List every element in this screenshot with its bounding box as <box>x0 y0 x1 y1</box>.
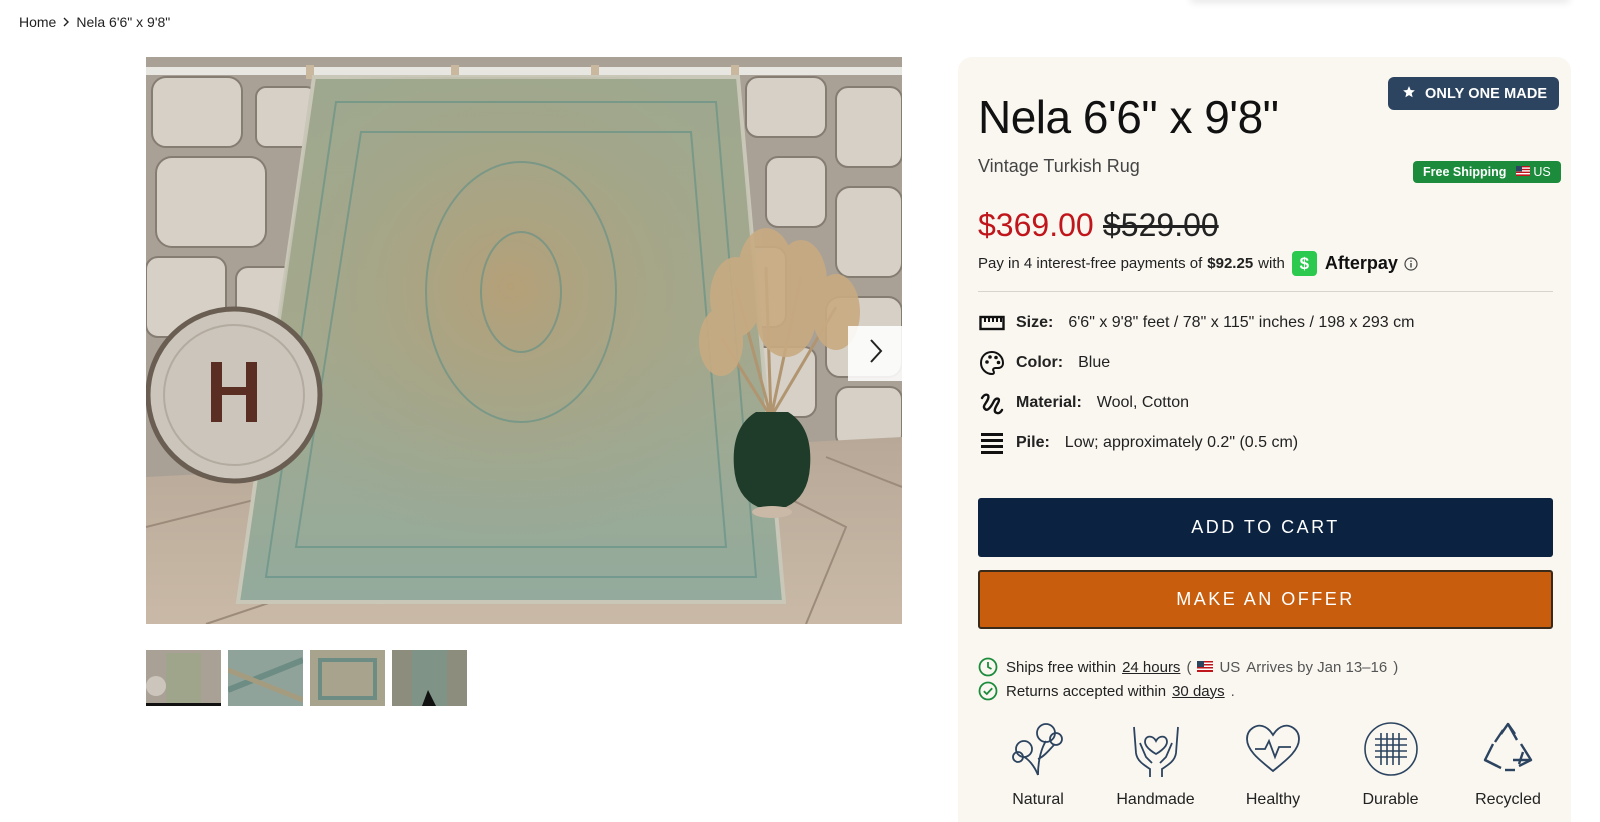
check-circle-icon <box>978 681 998 701</box>
spec-size-value: 6'6" x 9'8" feet / 78" x 115" inches / 1… <box>1068 314 1415 331</box>
shipping-region: US <box>1533 165 1551 179</box>
gallery-next-button[interactable] <box>848 326 903 381</box>
ships-hours-link[interactable]: 24 hours <box>1122 659 1180 676</box>
ships-region: US <box>1219 658 1241 676</box>
product-main-image[interactable] <box>146 57 902 624</box>
badge-text: ONLY ONE MADE <box>1425 85 1548 102</box>
product-title: Nela 6'6" x 9'8" <box>978 91 1279 143</box>
woven-grid-icon <box>1359 717 1423 781</box>
layers-icon <box>978 429 1006 457</box>
add-to-cart-button[interactable]: ADD TO CART <box>978 498 1553 557</box>
spec-material: Material: Wool, Cotton <box>978 389 1189 417</box>
arrives-date: Arrives by Jan 13–16 <box>1246 658 1388 676</box>
feature-handmade: Handmade <box>1106 717 1206 809</box>
yarn-icon <box>978 389 1006 417</box>
price-divider <box>978 291 1553 292</box>
free-shipping-text: Free Shipping <box>1423 165 1507 179</box>
feature-natural-label: Natural <box>1012 791 1064 808</box>
us-flag-icon <box>1197 659 1214 676</box>
recycle-icon <box>1476 717 1540 781</box>
spec-color: Color: Blue <box>978 349 1110 377</box>
thumbnail-strip <box>146 650 467 706</box>
thumbnail-4[interactable] <box>392 650 467 706</box>
spec-material-value: Wool, Cotton <box>1096 394 1189 411</box>
thumbnail-3[interactable] <box>310 650 385 706</box>
chevron-right-icon <box>62 17 70 27</box>
thumbnail-2[interactable] <box>228 650 303 706</box>
feature-healthy-label: Healthy <box>1245 791 1301 808</box>
ships-close-paren: ) <box>1393 658 1399 676</box>
breadcrumb: Home Nela 6'6" x 9'8" <box>19 14 170 30</box>
afterpay-with: with <box>1258 255 1285 272</box>
product-info-panel: ONLY ONE MADE Nela 6'6" x 9'8" Vintage T… <box>958 57 1571 822</box>
afterpay-amount: $92.25 <box>1207 255 1254 272</box>
feature-durable-label: Durable <box>1362 791 1419 808</box>
returns-period: . <box>1230 682 1235 700</box>
breadcrumb-home-link[interactable]: Home <box>19 14 56 30</box>
afterpay-logo-icon: $ <box>1291 251 1317 276</box>
feature-handmade-label: Handmade <box>1116 791 1195 808</box>
feature-durable: Durable <box>1341 717 1441 809</box>
cotton-plant-icon <box>1006 717 1070 781</box>
spec-size-label: Size: <box>1016 314 1054 331</box>
clock-icon <box>978 657 998 677</box>
returns-text: Returns accepted within <box>1006 682 1167 700</box>
feature-natural: Natural <box>988 717 1088 809</box>
spec-color-value: Blue <box>1078 354 1111 371</box>
sale-price: $369.00 <box>978 207 1094 243</box>
feature-recycled-label: Recycled <box>1475 791 1541 808</box>
afterpay-message: Pay in 4 interest-free payments of $92.2… <box>978 251 1418 276</box>
heartbeat-icon <box>1241 717 1305 781</box>
info-icon[interactable] <box>1404 256 1418 271</box>
thumbnail-1[interactable] <box>146 650 221 706</box>
spec-material-label: Material: <box>1016 394 1082 411</box>
ships-open-paren: ( <box>1186 658 1192 676</box>
afterpay-brand: Afterpay <box>1324 253 1398 273</box>
make-offer-button[interactable]: MAKE AN OFFER <box>978 570 1553 629</box>
feature-recycled: Recycled <box>1458 717 1558 809</box>
only-one-made-badge: ONLY ONE MADE <box>1388 77 1560 110</box>
feature-icons-row: Natural Handmade Healthy Durable Recycle… <box>988 717 1558 809</box>
spec-size: Size: 6'6" x 9'8" feet / 78" x 115" inch… <box>978 309 1414 337</box>
ships-free-text: Ships free within <box>1006 658 1117 676</box>
ships-free-line: Ships free within 24 hours ( US Arrives … <box>978 657 1398 677</box>
feature-healthy: Healthy <box>1223 717 1323 809</box>
star-icon <box>1402 85 1416 103</box>
returns-line: Returns accepted within 30 days . <box>978 681 1235 701</box>
spec-color-label: Color: <box>1016 354 1064 371</box>
spec-pile: Pile: Low; approximately 0.2" (0.5 cm) <box>978 429 1298 457</box>
product-subtitle: Vintage Turkish Rug <box>978 156 1140 176</box>
free-shipping-badge: Free Shipping US <box>1413 161 1561 183</box>
breadcrumb-current: Nela 6'6" x 9'8" <box>76 14 171 30</box>
ruler-icon <box>978 309 1006 337</box>
returns-days-link[interactable]: 30 days <box>1172 683 1225 700</box>
compare-at-price: $529.00 <box>1103 207 1219 243</box>
spec-pile-value: Low; approximately 0.2" (0.5 cm) <box>1064 434 1299 451</box>
afterpay-text: Pay in 4 interest-free payments of <box>978 255 1203 272</box>
us-flag-icon <box>1516 165 1531 179</box>
hands-heart-icon <box>1124 717 1188 781</box>
chevron-right-icon <box>868 338 884 369</box>
spec-pile-label: Pile: <box>1016 434 1050 451</box>
palette-icon <box>978 349 1006 377</box>
